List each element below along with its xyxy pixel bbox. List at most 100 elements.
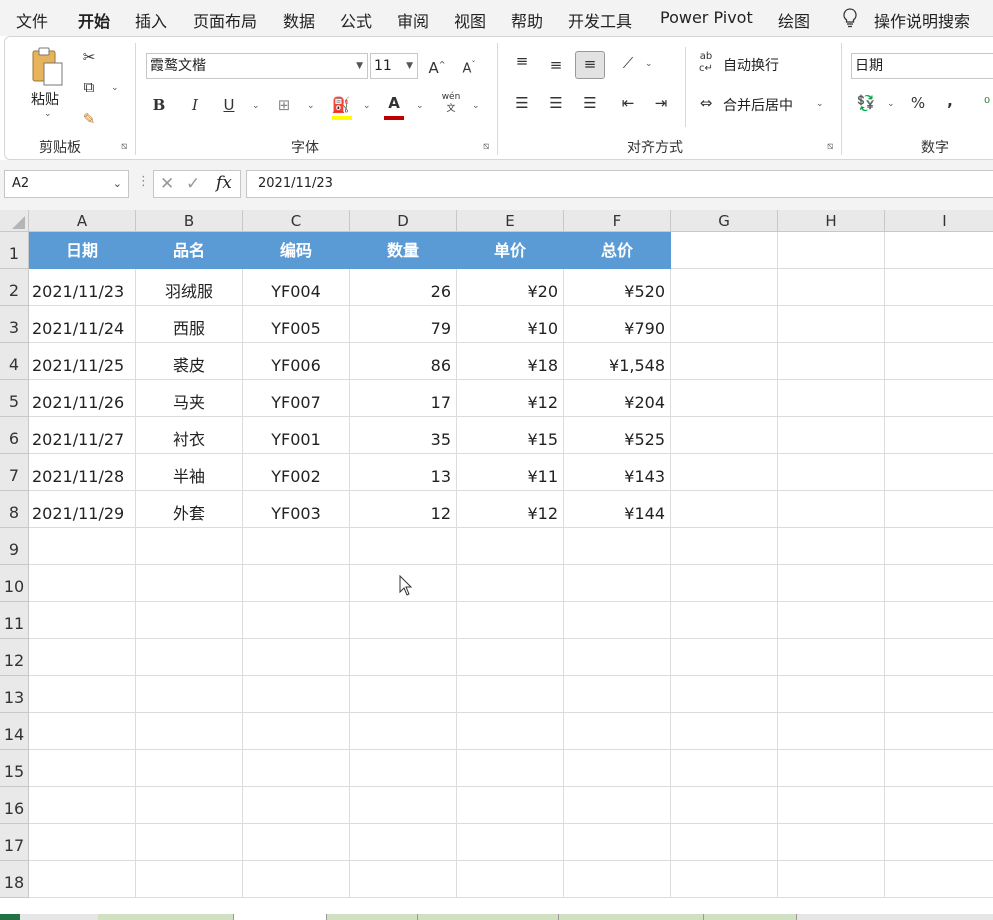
menu-formulas[interactable]: 公式 [340, 8, 372, 32]
empty-cell[interactable] [350, 676, 457, 713]
empty-cell[interactable] [671, 750, 778, 787]
column-header-c[interactable]: C [243, 210, 350, 232]
empty-cell[interactable] [564, 787, 671, 824]
empty-cell[interactable] [136, 602, 243, 639]
cell-product[interactable]: 裘皮 [136, 343, 243, 380]
cell-total[interactable]: ¥525 [564, 417, 671, 454]
empty-cell[interactable] [671, 528, 778, 565]
cell-code[interactable]: YF007 [243, 380, 350, 417]
empty-cell[interactable] [778, 491, 885, 528]
row-header-8[interactable]: 8 [0, 491, 29, 528]
cell-total[interactable]: ¥790 [564, 306, 671, 343]
empty-cell[interactable] [136, 787, 243, 824]
cell-quantity[interactable]: 79 [350, 306, 457, 343]
empty-cell[interactable] [564, 639, 671, 676]
empty-cell[interactable] [457, 565, 564, 602]
name-box[interactable]: A2 ⌄ [4, 170, 129, 198]
row-header-11[interactable]: 11 [0, 602, 29, 639]
cell-total[interactable]: ¥204 [564, 380, 671, 417]
cell-unit-price[interactable]: ¥11 [457, 454, 564, 491]
header-cell-date[interactable]: 日期 [29, 232, 136, 269]
empty-cell[interactable] [778, 232, 885, 269]
font-color-dropdown-icon[interactable]: ⌄ [416, 101, 424, 111]
row-header-17[interactable]: 17 [0, 824, 29, 861]
column-header-h[interactable]: H [778, 210, 885, 232]
enter-icon[interactable]: ✓ [186, 174, 200, 194]
menu-insert[interactable]: 插入 [135, 8, 167, 32]
sheet-tab[interactable] [559, 914, 704, 920]
empty-cell[interactable] [778, 306, 885, 343]
cell-unit-price[interactable]: ¥12 [457, 491, 564, 528]
empty-cell[interactable] [457, 750, 564, 787]
phonetic-dropdown-icon[interactable]: ⌄ [472, 101, 480, 111]
row-header-10[interactable]: 10 [0, 565, 29, 602]
empty-cell[interactable] [778, 824, 885, 861]
increase-indent-icon[interactable]: ⇥ [649, 91, 673, 115]
empty-cell[interactable] [671, 787, 778, 824]
cell-code[interactable]: YF003 [243, 491, 350, 528]
empty-cell[interactable] [350, 861, 457, 898]
empty-cell[interactable] [885, 417, 993, 454]
select-all-corner[interactable] [0, 210, 29, 232]
empty-cell[interactable] [671, 232, 778, 269]
fill-color-icon[interactable]: ⛽ [329, 93, 353, 117]
empty-cell[interactable] [350, 528, 457, 565]
empty-cell[interactable] [243, 713, 350, 750]
align-right-icon[interactable]: ☰ [578, 91, 602, 115]
menu-home[interactable]: 开始 [78, 8, 110, 32]
column-header-e[interactable]: E [457, 210, 564, 232]
cell-unit-price[interactable]: ¥10 [457, 306, 564, 343]
row-header-12[interactable]: 12 [0, 639, 29, 676]
paste-label[interactable]: 粘贴 [31, 89, 59, 109]
empty-cell[interactable] [885, 750, 993, 787]
cell-date[interactable]: 2021/11/25 [29, 343, 136, 380]
empty-cell[interactable] [885, 380, 993, 417]
empty-cell[interactable] [136, 861, 243, 898]
menu-view[interactable]: 视图 [454, 8, 486, 32]
row-header-9[interactable]: 9 [0, 528, 29, 565]
empty-cell[interactable] [671, 713, 778, 750]
empty-cell[interactable] [885, 676, 993, 713]
sheet-tab[interactable] [327, 914, 418, 920]
header-cell-quantity[interactable]: 数量 [350, 232, 457, 269]
empty-cell[interactable] [457, 787, 564, 824]
empty-cell[interactable] [29, 861, 136, 898]
row-header-2[interactable]: 2 [0, 269, 29, 306]
header-cell-code[interactable]: 编码 [243, 232, 350, 269]
empty-cell[interactable] [29, 602, 136, 639]
paste-dropdown-icon[interactable]: ⌄ [44, 109, 52, 119]
header-cell-total[interactable]: 总价 [564, 232, 671, 269]
empty-cell[interactable] [350, 824, 457, 861]
empty-cell[interactable] [350, 787, 457, 824]
font-launcher-icon[interactable]: ⧅ [483, 141, 489, 152]
empty-cell[interactable] [885, 269, 993, 306]
cancel-icon[interactable]: ✕ [160, 174, 174, 194]
cell-product[interactable]: 衬衣 [136, 417, 243, 454]
empty-cell[interactable] [885, 454, 993, 491]
empty-cell[interactable] [778, 861, 885, 898]
cut-icon[interactable]: ✂ [77, 45, 101, 69]
empty-cell[interactable] [457, 824, 564, 861]
sheet-tab[interactable] [704, 914, 797, 920]
cell-date[interactable]: 2021/11/27 [29, 417, 136, 454]
empty-cell[interactable] [885, 343, 993, 380]
empty-cell[interactable] [457, 639, 564, 676]
copy-icon[interactable]: ⧉ [77, 75, 101, 99]
empty-cell[interactable] [564, 602, 671, 639]
empty-cell[interactable] [885, 602, 993, 639]
row-header-3[interactable]: 3 [0, 306, 29, 343]
empty-cell[interactable] [778, 602, 885, 639]
empty-cell[interactable] [136, 750, 243, 787]
column-header-b[interactable]: B [136, 210, 243, 232]
empty-cell[interactable] [29, 528, 136, 565]
align-launcher-icon[interactable]: ⧅ [827, 141, 833, 152]
percent-style-button[interactable]: % [906, 91, 930, 115]
empty-cell[interactable] [885, 824, 993, 861]
empty-cell[interactable] [457, 528, 564, 565]
empty-cell[interactable] [29, 787, 136, 824]
cell-quantity[interactable]: 35 [350, 417, 457, 454]
empty-cell[interactable] [885, 232, 993, 269]
empty-cell[interactable] [243, 565, 350, 602]
merge-center-button[interactable]: 合并后居中 [723, 95, 793, 115]
borders-dropdown-icon[interactable]: ⌄ [307, 101, 315, 111]
